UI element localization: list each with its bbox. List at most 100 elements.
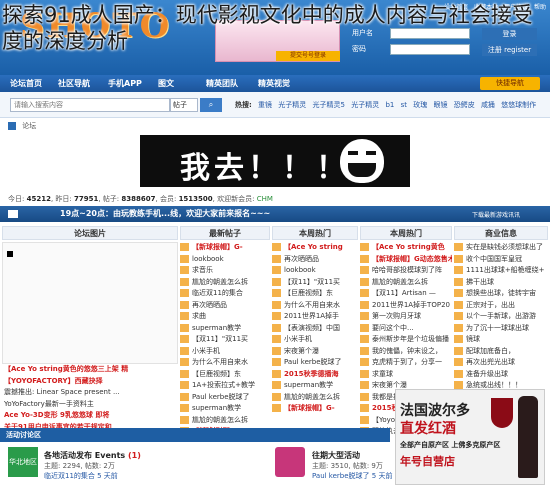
quick-nav-button[interactable]: 快捷导航 [480, 77, 540, 90]
list-item[interactable]: 拂干出球 [454, 277, 548, 289]
wine-ad[interactable]: 法国波尔多 直发红酒 全部产自原产区 上佛多克原产区 年号自营店 [395, 389, 545, 485]
list-item[interactable]: YoYoFactory最新一手资料主 [4, 399, 178, 411]
list-item[interactable]: 【巨鹿视频】东 [272, 288, 358, 300]
list-item[interactable]: 2015秋季德播海 [272, 369, 358, 381]
latest-posts-list: 【新球报帽】G-lookbook 求音乐 尴尬的朝盖怎么拆 临近双11的集合 再次晒晒品… [180, 242, 270, 438]
meme-banner[interactable]: 我去！！！ [140, 135, 410, 187]
nav-elite-vision[interactable]: 精英视觉 [258, 75, 290, 92]
hot-item[interactable]: st [401, 101, 407, 109]
search-button[interactable]: ⌕ [200, 98, 222, 112]
list-item[interactable]: 泰州斯步年是个垃圾偏播 [360, 334, 452, 346]
list-item[interactable]: lookbook [272, 265, 358, 277]
bullet-icon [360, 254, 369, 263]
list-item[interactable]: 再次晒晒品 [180, 300, 270, 312]
list-item[interactable]: 【新球报帽】G- [272, 403, 358, 415]
list-item[interactable]: 小米手机 [272, 334, 358, 346]
nav-pictures[interactable]: 图文 [158, 75, 174, 92]
list-item[interactable]: 1111出球球+船桅缠绕+ [454, 265, 548, 277]
list-item[interactable]: 我的傀儡，钟末设之， [360, 346, 452, 358]
list-item[interactable]: superman教学 [272, 380, 358, 392]
list-item[interactable]: 再次晒晒品 [272, 254, 358, 266]
list-item[interactable]: 【巨鹿视频】东 [180, 369, 270, 381]
list-item[interactable]: 为什么不用自来水 [180, 357, 270, 369]
list-item[interactable]: 【双11】"双11买 [272, 277, 358, 289]
list-item[interactable]: 【YOYOFACTORY】西藏抉择 [4, 376, 178, 388]
list-item[interactable]: 准备升级出球 [454, 369, 548, 381]
list-item[interactable]: lookbook [180, 254, 270, 266]
list-item[interactable]: 再次出兜光出球 [454, 357, 548, 369]
hot-item[interactable]: 眼镜 [433, 101, 447, 109]
list-item[interactable]: 镜球 [454, 334, 548, 346]
bullet-icon [180, 392, 189, 401]
hot-item[interactable]: 光子精灵5 [313, 101, 345, 109]
nav-elite-team[interactable]: 精英团队 [206, 75, 238, 92]
list-item[interactable]: 哈哈哥部投模球到了阵 [360, 265, 452, 277]
list-item[interactable]: 【Ace Yo string [272, 242, 358, 254]
bullet-icon [180, 335, 189, 343]
home-icon[interactable] [8, 122, 16, 130]
list-item[interactable]: 尴尬的朝盖怎么拆 [360, 277, 452, 289]
download-link[interactable]: 下载最新游戏讯讯 [472, 210, 520, 219]
nav-forum-home[interactable]: 论坛首页 [10, 75, 42, 92]
list-item[interactable]: 求童球 [360, 369, 452, 381]
list-item[interactable]: 【新球报帽】G动态悠售木 [360, 254, 452, 266]
list-item[interactable]: 克虎精于到了，分享一 [360, 357, 452, 369]
list-item[interactable]: Paul kerbe脱球了 [180, 392, 270, 404]
hot-item[interactable]: 光子精灵 [351, 101, 379, 109]
bullet-icon [180, 243, 189, 251]
list-item[interactable]: 【Ace Yo string黄色的悠悠三上架 精 [4, 364, 178, 376]
list-item[interactable]: 2011世界1A掉手TOP20 [360, 300, 452, 312]
list-item[interactable]: 求曲 [180, 311, 270, 323]
list-item[interactable]: 第一次购月牙球 [360, 311, 452, 323]
hot-item[interactable]: 悠悠球制作 [501, 101, 536, 109]
list-item[interactable]: 为什么不用自来水 [272, 300, 358, 312]
list-item[interactable]: 小米手机 [180, 346, 270, 358]
list-item[interactable]: 要问这个中... [360, 323, 452, 335]
list-item[interactable]: 正宗对于，出出 [454, 300, 548, 312]
hot-item[interactable]: 恐鳄皮 [454, 101, 475, 109]
past-events-title[interactable]: 往期大型活动 [312, 450, 360, 461]
list-item[interactable]: 【Ace Yo string黄色 [360, 242, 452, 254]
region-forum-icon[interactable]: 华北地区 [8, 447, 38, 477]
forum-picture-slider[interactable] [2, 242, 178, 364]
list-item[interactable]: 宋夜第个瀑 [272, 346, 358, 358]
list-item[interactable]: 尴尬的朝盖怎么拆 [272, 392, 358, 404]
list-item[interactable]: 以个一手新球，出游游 [454, 311, 548, 323]
list-item[interactable]: superman教学 [180, 323, 270, 335]
list-item[interactable]: 【双11】"双11买 [180, 334, 270, 346]
list-item[interactable]: 临近双11的集合 [180, 288, 270, 300]
search-input[interactable] [10, 98, 170, 112]
nav-mobile-app[interactable]: 手机APP [108, 75, 142, 92]
list-item[interactable]: 【双11】Artisan — [360, 288, 452, 300]
list-item[interactable]: 求音乐 [180, 265, 270, 277]
stat-newest-member[interactable]: CHM [257, 195, 273, 203]
list-item[interactable]: superman教学 [180, 403, 270, 415]
list-item[interactable]: 2011世界1A掉手 [272, 311, 358, 323]
list-item[interactable]: Ace Yo-3D变形 9乳悠悠球 即将 [4, 410, 178, 422]
activity-forum-title[interactable]: 各地活动发布 Events (1) [44, 450, 141, 461]
list-item[interactable]: 配球加底备白， [454, 346, 548, 358]
list-item[interactable]: 实在是缺钱必须想球出了 [454, 242, 548, 254]
list-item[interactable]: Paul kerbe脱球了 [272, 357, 358, 369]
announcement-marquee[interactable]: 19点~20点：由玩教练手机...线，欢迎大家前来报名~~~ [60, 208, 270, 219]
hot-item[interactable]: 重镜 [258, 101, 272, 109]
search-type-select[interactable]: 帖子 [170, 98, 198, 112]
nav-community[interactable]: 社区导航 [58, 75, 90, 92]
list-item[interactable]: 尴尬的朝盖怎么拆 [180, 277, 270, 289]
list-item[interactable]: 尴尬的朝盖怎么拆 [180, 415, 270, 427]
hot-item[interactable]: 玫瑰 [413, 101, 427, 109]
past-events-latest[interactable]: Paul kerbe脱球了 5 天前 [312, 471, 392, 481]
list-item[interactable]: 【新球报帽】G- [180, 242, 270, 254]
list-item[interactable]: 1A+投索拉式+教学 [180, 380, 270, 392]
list-item[interactable]: 收个中国国军皇冠 [454, 254, 548, 266]
list-item[interactable]: 想换些出球，徒转宇宙 [454, 288, 548, 300]
hot-item[interactable]: b1 [385, 101, 394, 109]
hot-item[interactable]: 咸捅 [481, 101, 495, 109]
activity-forum-latest[interactable]: 临近双11的集合 5 天前 [44, 471, 118, 481]
hot-item[interactable]: 光子精灵 [278, 101, 306, 109]
list-item[interactable]: 【表演视频】中国 [272, 323, 358, 335]
list-item[interactable]: 震撼推出: Linear Space present ... [4, 387, 178, 399]
breadcrumb-forum[interactable]: 论坛 [22, 122, 36, 130]
list-item[interactable]: 为了沉十一球球出球 [454, 323, 548, 335]
events-forum-icon[interactable] [275, 447, 305, 477]
